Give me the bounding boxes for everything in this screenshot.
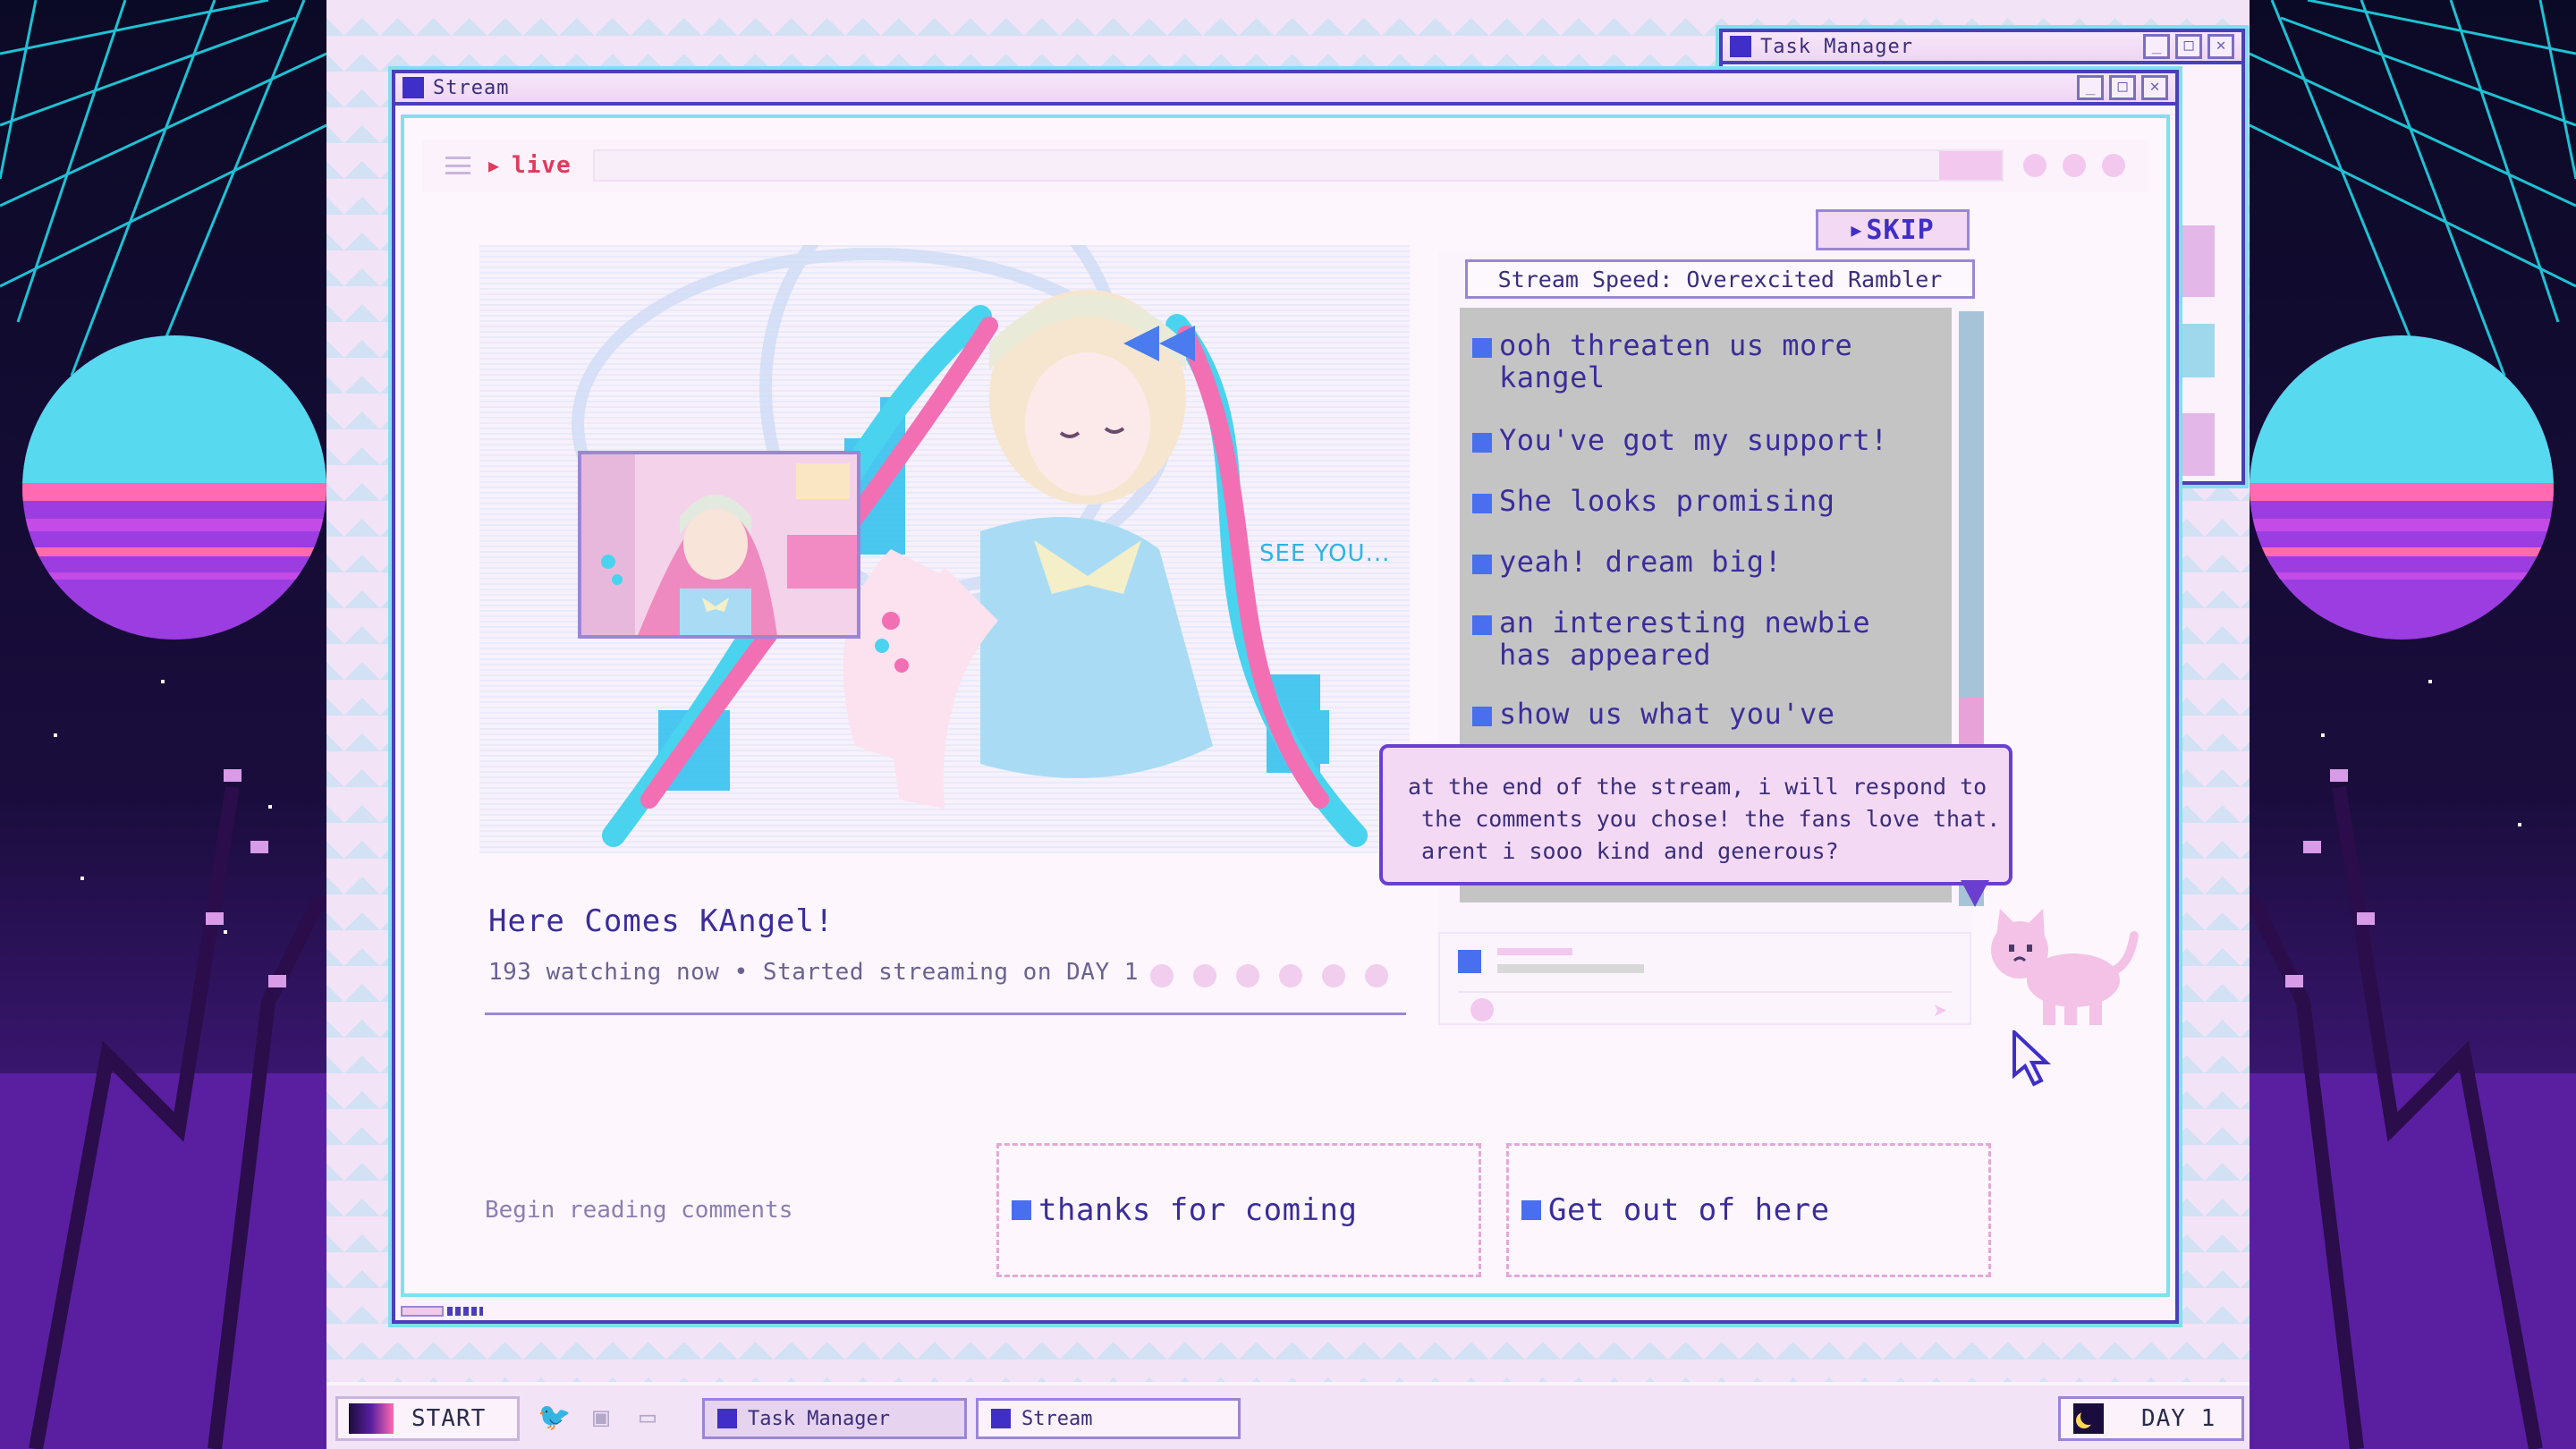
bullet-icon: [1472, 433, 1492, 453]
start-label: START: [411, 1405, 487, 1432]
start-button[interactable]: START: [335, 1396, 520, 1441]
window-footer: [401, 1306, 483, 1317]
bullet-icon: [1472, 615, 1492, 635]
maximize-button[interactable]: □: [2109, 75, 2136, 100]
window-icon: [991, 1409, 1011, 1428]
chat-comment[interactable]: an interesting newbie has appeared: [1472, 606, 1870, 671]
bullet-icon: [1472, 707, 1492, 726]
send-icon[interactable]: ➤: [1933, 996, 1948, 1026]
window-icon: [402, 77, 424, 98]
live-bar: ▶ live: [422, 140, 2148, 191]
window-title: Task Manager: [1760, 35, 1913, 58]
stream-window[interactable]: Stream _ □ ✕ ▶ live ▶ SKIP SEE YOU... He…: [392, 70, 2179, 1324]
bullet-icon: [1472, 338, 1492, 358]
chat-comment[interactable]: You've got my support!: [1472, 424, 1888, 456]
minimize-button[interactable]: _: [2077, 75, 2104, 100]
taskbar: START 🐦 ▣ ▭ Task Manager Stream DAY 1: [326, 1382, 2250, 1449]
window-icon: [1730, 36, 1751, 57]
chat-comment[interactable]: show us what you've: [1472, 698, 1835, 730]
address-bar-button[interactable]: [1939, 151, 2002, 180]
username-placeholder: [1497, 948, 1572, 955]
close-button[interactable]: ✕: [2207, 34, 2234, 59]
task-bar-segment: [2182, 324, 2215, 377]
hint-tooltip: at the end of the stream, i will respond…: [1379, 744, 2012, 886]
minimize-button[interactable]: _: [2143, 34, 2170, 59]
cat-mascot: [1991, 909, 2139, 1025]
comment-text: ooh threaten us more kangel: [1499, 328, 1853, 394]
day-label: DAY 1: [2141, 1405, 2216, 1432]
avatar: [1458, 950, 1481, 973]
background-left-scenery: [0, 0, 326, 1449]
chat-comment[interactable]: yeah! dream big!: [1472, 546, 1782, 578]
message-placeholder: [1497, 964, 1644, 973]
bullet-icon: [1472, 494, 1492, 513]
tooltip-tail: [1961, 880, 1989, 907]
window-icon: [717, 1409, 737, 1428]
skip-button[interactable]: ▶ SKIP: [1816, 209, 1970, 250]
skip-label: SKIP: [1866, 214, 1935, 246]
reply-option-thanks[interactable]: thanks for coming: [996, 1143, 1481, 1277]
comment-text: an interesting newbie has appeared: [1499, 606, 1871, 672]
reply-text: Get out of here: [1548, 1192, 1830, 1228]
reply-option-get-out[interactable]: Get out of here: [1506, 1143, 1991, 1277]
moon-icon: [2073, 1403, 2104, 1434]
maximize-button[interactable]: □: [2175, 34, 2202, 59]
webcam-thumbnail: [578, 451, 860, 639]
bullet-icon: [1012, 1200, 1031, 1220]
stream-video: SEE YOU...: [479, 245, 1410, 853]
window-dots: [2023, 154, 2125, 177]
background-right-scenery: [2250, 0, 2576, 1449]
close-button[interactable]: ✕: [2141, 75, 2168, 100]
computer-icon[interactable]: ▭: [631, 1402, 665, 1434]
chat-comment[interactable]: ooh threaten us more kangel: [1472, 329, 1852, 394]
address-bar[interactable]: [592, 149, 2004, 182]
stream-meta: 193 watching now • Started streaming on …: [488, 959, 1139, 986]
chat-panel: Stream Speed: Overexcited Rambler ooh th…: [1438, 250, 1975, 1029]
divider: [1458, 991, 1952, 993]
stream-titlebar[interactable]: Stream _ □ ✕: [395, 73, 2175, 106]
mouse-cursor-icon: [2012, 1030, 2052, 1087]
bullet-icon: [1521, 1200, 1541, 1220]
chat-comment[interactable]: She looks promising: [1472, 485, 1835, 517]
comment-text: She looks promising: [1499, 484, 1835, 518]
stream-overlay-text: SEE YOU...: [1259, 540, 1391, 567]
quick-launch: 🐦 ▣ ▭: [538, 1402, 665, 1434]
taskbar-item-label: Stream: [1021, 1407, 1093, 1430]
window-title: Stream: [433, 76, 510, 99]
day-indicator: DAY 1: [2058, 1396, 2244, 1441]
comment-text: yeah! dream big!: [1499, 545, 1783, 579]
bullet-icon: [1472, 555, 1492, 574]
taskbar-item-task-manager[interactable]: Task Manager: [702, 1398, 967, 1439]
reply-text: thanks for coming: [1038, 1192, 1358, 1228]
task-manager-titlebar[interactable]: Task Manager _ □ ✕: [1723, 32, 2241, 64]
divider: [485, 1013, 1406, 1015]
start-logo-icon: [349, 1403, 394, 1434]
taskbar-item-stream[interactable]: Stream: [976, 1398, 1241, 1439]
task-bar-segment: [2182, 225, 2215, 297]
stream-title: Here Comes KAngel!: [488, 903, 835, 939]
twitter-icon[interactable]: 🐦: [538, 1402, 572, 1434]
stream-speed-label[interactable]: Stream Speed: Overexcited Rambler: [1465, 259, 1975, 299]
play-icon: ▶: [488, 155, 500, 176]
begin-reading-label: Begin reading comments: [485, 1197, 793, 1224]
tooltip-text: at the end of the stream, i will respond…: [1408, 774, 2001, 864]
play-icon: ▶: [1851, 219, 1863, 241]
menu-icon[interactable]: [445, 157, 470, 174]
taskbar-item-label: Task Manager: [748, 1407, 890, 1430]
reaction-dots: [1150, 964, 1388, 987]
chat-scroll-thumb[interactable]: [1959, 698, 1984, 748]
live-label: live: [512, 152, 572, 179]
emoji-icon[interactable]: [1470, 998, 1494, 1021]
comment-text: show us what you've: [1499, 697, 1835, 731]
comment-text: You've got my support!: [1499, 423, 1888, 457]
chat-input-area[interactable]: ➤: [1438, 932, 1971, 1026]
stream-content: ▶ live ▶ SKIP SEE YOU... Here Comes KAng…: [401, 114, 2170, 1297]
chat-icon[interactable]: ▣: [584, 1402, 618, 1434]
task-bar-segment: [2182, 413, 2215, 476]
